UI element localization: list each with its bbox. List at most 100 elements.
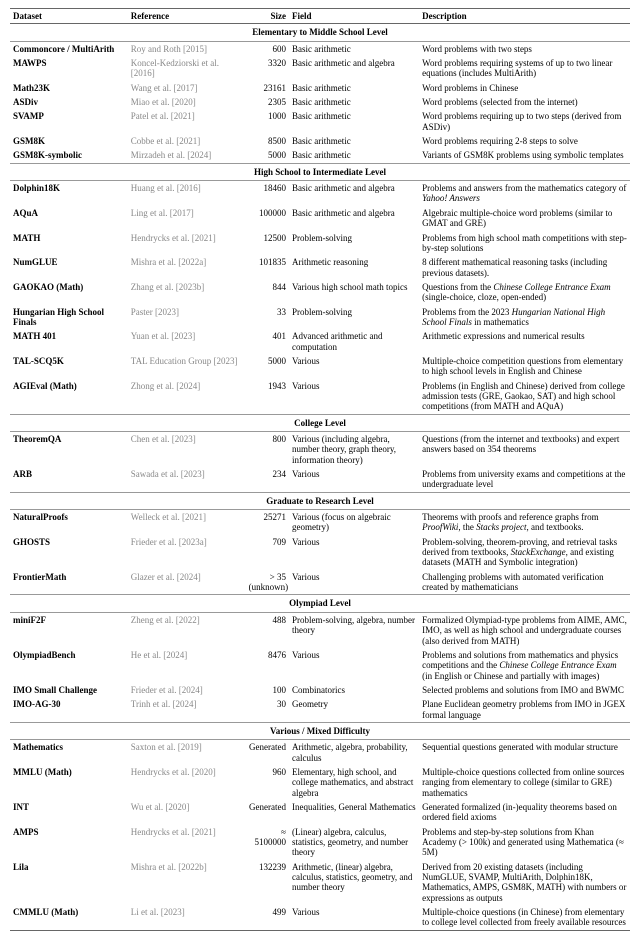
- cell-field: Basic arithmetic: [289, 95, 419, 109]
- cell-field: Geometry: [289, 697, 419, 722]
- cell-reference: Frieder et al. [2023a]: [128, 535, 246, 570]
- cell-dataset: AGIEval (Math): [10, 379, 128, 415]
- cell-field: Inequalities, General Mathematics: [289, 800, 419, 825]
- cell-dataset: FrontierMath: [10, 570, 128, 595]
- cell-reference: Trinh et al. [2024]: [128, 697, 246, 722]
- cell-reference: Glazer et al. [2024]: [128, 570, 246, 595]
- cell-reference: Hendrycks et al. [2021]: [128, 231, 246, 256]
- cell-reference: Koncel-Kedziorski et al. [2016]: [128, 56, 246, 81]
- cell-dataset: MMLU (Math): [10, 765, 128, 800]
- cell-field: Basic arithmetic and algebra: [289, 206, 419, 231]
- cell-dataset: TheoremQA: [10, 432, 128, 468]
- cell-reference: Huang et al. [2016]: [128, 181, 246, 206]
- cell-size: Generated: [246, 800, 289, 825]
- cell-field: Problem-solving, algebra, number theory: [289, 612, 419, 648]
- cell-field: Combinatorics: [289, 683, 419, 697]
- section-title: Various / Mixed Difficulty: [10, 722, 630, 739]
- table-row: FrontierMathGlazer et al. [2024]> 35 (un…: [10, 570, 630, 595]
- cell-dataset: MATH 401: [10, 329, 128, 354]
- cell-description: Multiple-choice questions (in Chinese) f…: [419, 905, 630, 930]
- cell-description: Problems from the 2023 Hungarian Nationa…: [419, 305, 630, 330]
- table-row: AGIEval (Math)Zhong et al. [2024]1943Var…: [10, 379, 630, 415]
- table-row: MMLU (Math)Hendrycks et al. [2020]960Ele…: [10, 765, 630, 800]
- cell-field: Various: [289, 905, 419, 930]
- cell-description: Problems and step-by-step solutions from…: [419, 825, 630, 860]
- table-row: SVAMPPatel et al. [2021]1000Basic arithm…: [10, 109, 630, 134]
- cell-size: 1000: [246, 109, 289, 134]
- cell-description: Problems and answers from the mathematic…: [419, 181, 630, 206]
- header-dataset: Dataset: [10, 9, 128, 24]
- table-row: GSM8K-symbolicMirzadeh et al. [2024]5000…: [10, 148, 630, 163]
- cell-field: Advanced arithmetic and computation: [289, 329, 419, 354]
- section-title: College Level: [10, 414, 630, 431]
- header-field: Field: [289, 9, 419, 24]
- cell-field: Problem-solving: [289, 305, 419, 330]
- cell-size: 499: [246, 905, 289, 930]
- cell-dataset: miniF2F: [10, 612, 128, 648]
- cell-reference: Frieder et al. [2024]: [128, 683, 246, 697]
- cell-description: Multiple-choice competition questions fr…: [419, 354, 630, 379]
- cell-size: 2305: [246, 95, 289, 109]
- table-row: GHOSTSFrieder et al. [2023a]709VariousPr…: [10, 535, 630, 570]
- datasets-table: Dataset Reference Size Field Description…: [10, 8, 630, 931]
- cell-size: Generated: [246, 740, 289, 765]
- section-header: Graduate to Research Level: [10, 492, 630, 509]
- cell-field: Various: [289, 535, 419, 570]
- cell-dataset: INT: [10, 800, 128, 825]
- cell-field: Problem-solving: [289, 231, 419, 256]
- cell-dataset: MATH: [10, 231, 128, 256]
- cell-description: Generated formalized (in-)equality theor…: [419, 800, 630, 825]
- cell-field: Arithmetic reasoning: [289, 255, 419, 280]
- table-row: Dolphin18KHuang et al. [2016]18460Basic …: [10, 181, 630, 206]
- cell-description: Plane Euclidean geometry problems from I…: [419, 697, 630, 722]
- header-reference: Reference: [128, 9, 246, 24]
- header-size: Size: [246, 9, 289, 24]
- cell-size: 100: [246, 683, 289, 697]
- table-row: GSM8KCobbe et al. [2021]8500Basic arithm…: [10, 134, 630, 148]
- cell-description: Algebraic multiple-choice word problems …: [419, 206, 630, 231]
- cell-size: > 35 (unknown): [246, 570, 289, 595]
- cell-dataset: Lila: [10, 860, 128, 905]
- table-row: AQuALing et al. [2017]100000Basic arithm…: [10, 206, 630, 231]
- cell-size: 844: [246, 280, 289, 305]
- cell-field: Various (focus on algebraic geometry): [289, 510, 419, 535]
- cell-description: Word problems (selected from the interne…: [419, 95, 630, 109]
- cell-dataset: IMO Small Challenge: [10, 683, 128, 697]
- cell-size: 709: [246, 535, 289, 570]
- cell-description: Word problems requiring systems of up to…: [419, 56, 630, 81]
- cell-reference: Mirzadeh et al. [2024]: [128, 148, 246, 163]
- cell-field: Various: [289, 570, 419, 595]
- cell-reference: Ling et al. [2017]: [128, 206, 246, 231]
- cell-description: Word problems in Chinese: [419, 81, 630, 95]
- section-title: Elementary to Middle School Level: [10, 24, 630, 41]
- cell-dataset: GAOKAO (Math): [10, 280, 128, 305]
- cell-dataset: Dolphin18K: [10, 181, 128, 206]
- table-row: NaturalProofsWelleck et al. [2021]25271V…: [10, 510, 630, 535]
- table-row: AMPSHendrycks et al. [2021]≈ 5100000(Lin…: [10, 825, 630, 860]
- cell-size: 234: [246, 467, 289, 492]
- cell-description: Problems and solutions from mathematics …: [419, 648, 630, 683]
- cell-dataset: OlympiadBench: [10, 648, 128, 683]
- table-row: TheoremQAChen et al. [2023]800Various (i…: [10, 432, 630, 468]
- cell-reference: Mishra et al. [2022b]: [128, 860, 246, 905]
- section-title: Olympiad Level: [10, 595, 630, 612]
- cell-size: 5000: [246, 148, 289, 163]
- cell-description: Word problems requiring 2-8 steps to sol…: [419, 134, 630, 148]
- cell-size: 33: [246, 305, 289, 330]
- cell-field: Various (including algebra, number theor…: [289, 432, 419, 468]
- cell-size: 8500: [246, 134, 289, 148]
- cell-reference: Welleck et al. [2021]: [128, 510, 246, 535]
- cell-field: Basic arithmetic: [289, 134, 419, 148]
- cell-description: Derived from 20 existing datasets (inclu…: [419, 860, 630, 905]
- cell-size: 488: [246, 612, 289, 648]
- table-row: NumGLUEMishra et al. [2022a]101835Arithm…: [10, 255, 630, 280]
- cell-dataset: Commoncore / MultiArith: [10, 41, 128, 56]
- cell-field: Basic arithmetic and algebra: [289, 181, 419, 206]
- cell-reference: Hendrycks et al. [2021]: [128, 825, 246, 860]
- table-row: CMMLU (Math)Li et al. [2023]499VariousMu…: [10, 905, 630, 930]
- cell-size: 5000: [246, 354, 289, 379]
- cell-reference: Sawada et al. [2023]: [128, 467, 246, 492]
- cell-dataset: GSM8K-symbolic: [10, 148, 128, 163]
- cell-size: 25271: [246, 510, 289, 535]
- cell-reference: Patel et al. [2021]: [128, 109, 246, 134]
